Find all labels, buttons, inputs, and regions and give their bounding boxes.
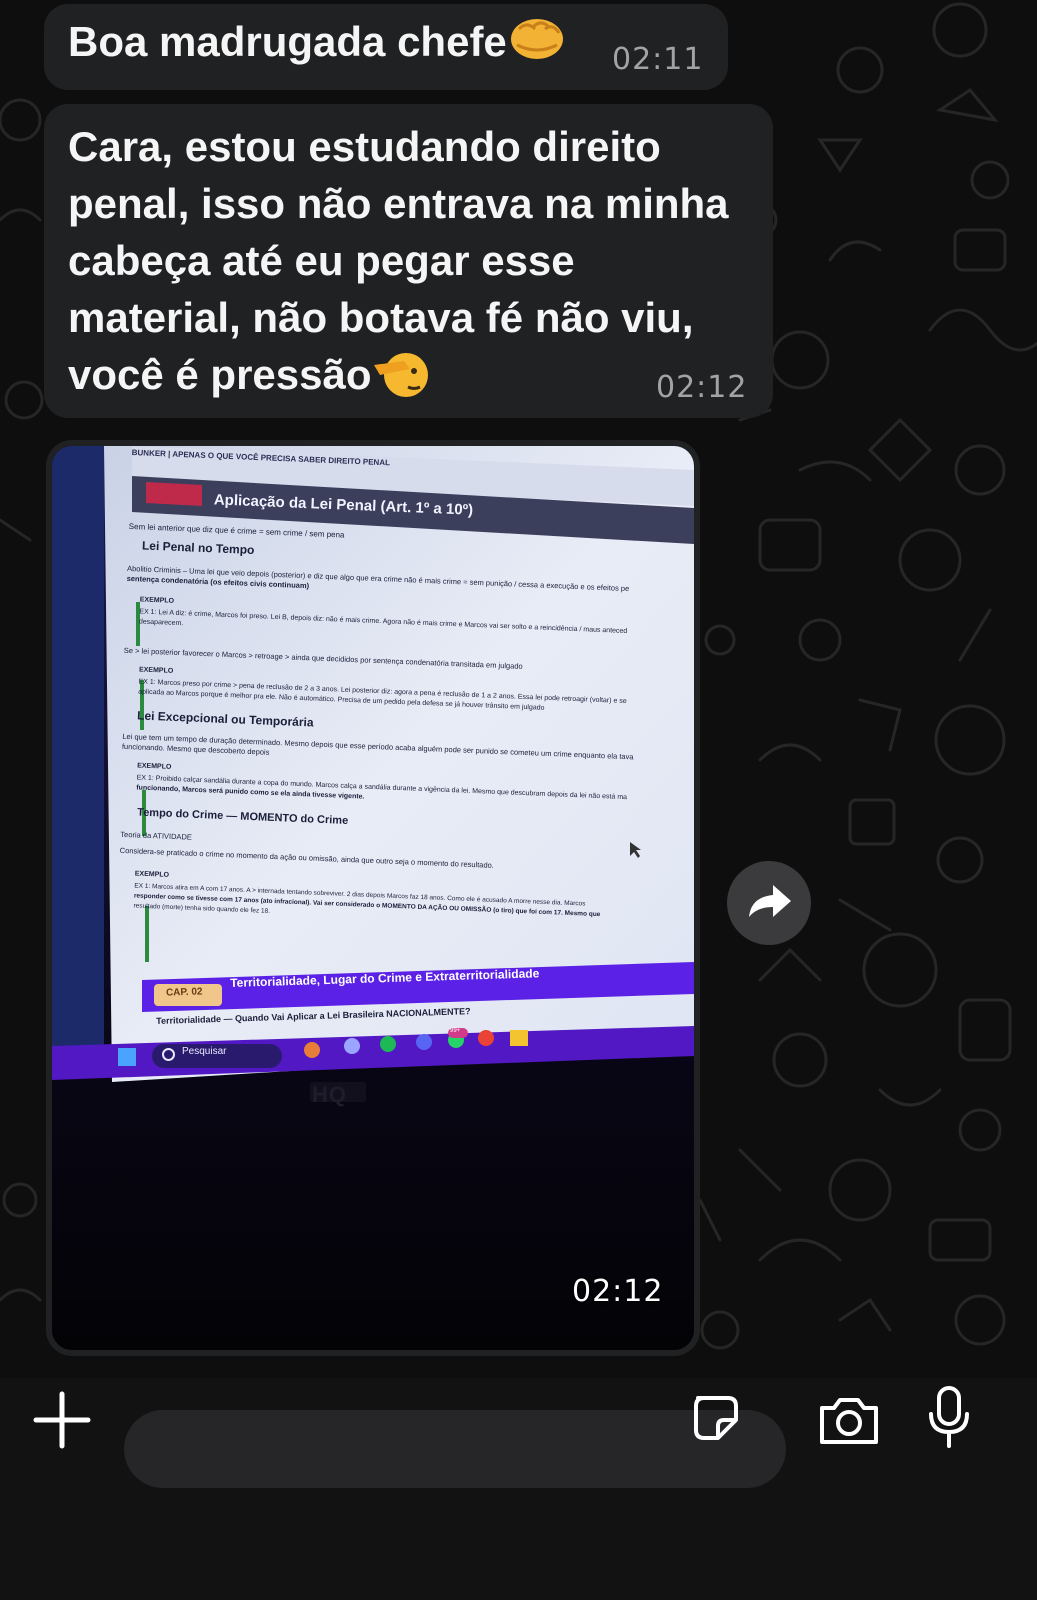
message-time: 02:11 bbox=[612, 42, 704, 77]
sticker-button[interactable] bbox=[688, 1390, 744, 1446]
screen-example-label: EXEMPLO bbox=[139, 596, 175, 605]
sticker-icon bbox=[694, 1396, 738, 1440]
oncoming-fist-icon bbox=[510, 18, 563, 59]
message-text-line: você é pressão bbox=[68, 351, 372, 398]
camera-icon bbox=[820, 1398, 878, 1444]
taskbar-search-label: Pesquisar bbox=[182, 1046, 227, 1057]
forward-button[interactable] bbox=[727, 861, 811, 945]
attach-button[interactable] bbox=[32, 1390, 92, 1450]
plus-icon bbox=[33, 1391, 91, 1449]
screen-example-label: EXEMPLO bbox=[134, 870, 170, 879]
message-bubble[interactable]: Cara, estou estudando direito penal, iss… bbox=[44, 104, 773, 418]
message-bubble[interactable]: Boa madrugada chefe 02:11 bbox=[44, 4, 728, 90]
saluting-face-icon bbox=[373, 352, 428, 397]
message-text-line: penal, isso não entrava na minha bbox=[68, 180, 729, 227]
message-text-line: cabeça até eu pegar esse bbox=[68, 237, 575, 284]
microphone-icon bbox=[929, 1386, 969, 1448]
taskbar-search-icon bbox=[162, 1048, 175, 1061]
message-text-line: material, não botava fé não viu, bbox=[68, 294, 694, 341]
message-input[interactable] bbox=[124, 1410, 786, 1488]
message-time: 02:12 bbox=[656, 370, 748, 405]
message-text-line: Boa madrugada chefe bbox=[68, 18, 507, 65]
message-text: Cara, estou estudando direito penal, iss… bbox=[68, 118, 729, 403]
camera-button[interactable] bbox=[816, 1392, 882, 1448]
screen-cap-badge: CAP. 02 bbox=[165, 986, 203, 999]
microphone-button[interactable] bbox=[924, 1384, 974, 1450]
photo-time: 02:12 bbox=[572, 1274, 664, 1309]
screen-example-label: EXEMPLO bbox=[138, 666, 174, 675]
forward-arrow-icon bbox=[749, 885, 791, 917]
screen-example-label: EXEMPLO bbox=[137, 762, 172, 771]
photo-attachment[interactable]: BUNKER | APENAS O QUE VOCÊ PRECISA SABER… bbox=[52, 446, 694, 1350]
taskbar-badge: 99+ bbox=[450, 1028, 461, 1034]
monitor-brand-logo: HQ bbox=[312, 1082, 347, 1107]
message-text-line: Cara, estou estudando direito bbox=[68, 123, 661, 170]
message-text: Boa madrugada chefe bbox=[68, 18, 565, 66]
